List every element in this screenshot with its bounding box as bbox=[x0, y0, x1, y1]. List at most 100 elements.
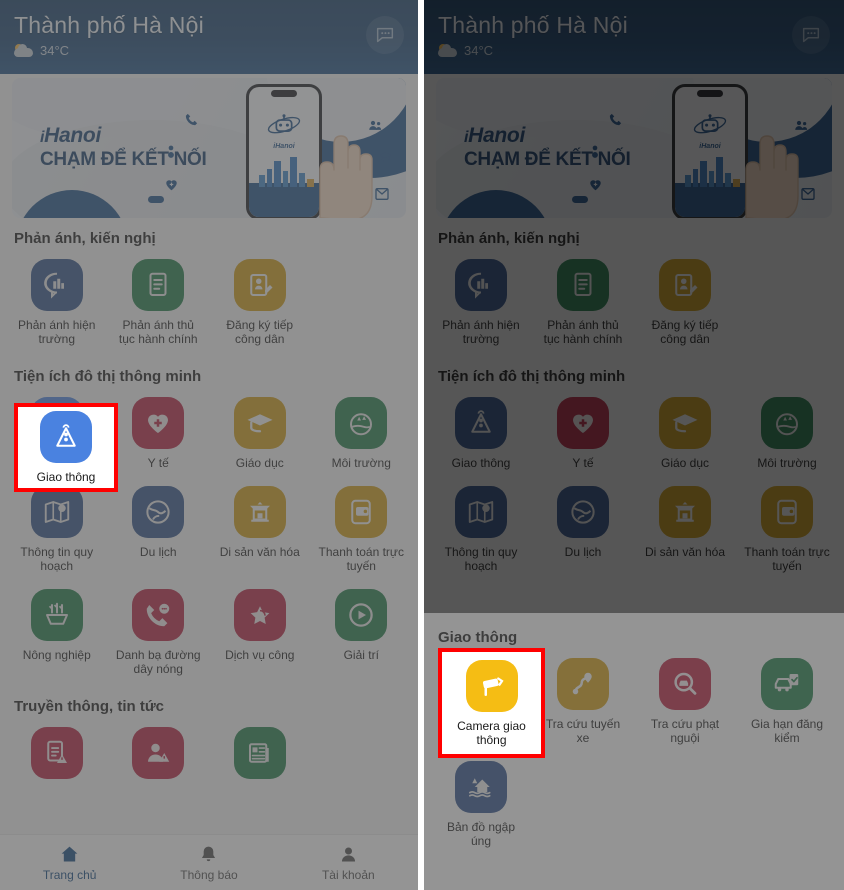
tile-giao-thong-highlighted[interactable]: Giao thông bbox=[36, 411, 96, 484]
section-title-phan-anh: Phản ánh, kiến nghị bbox=[438, 230, 580, 247]
flood-house-icon bbox=[455, 761, 507, 813]
tile-dang-ky-tiep-cong-dan[interactable]: Đăng ký tiếp công dân bbox=[634, 253, 736, 356]
home-content: Phản ánh, kiến nghị Phản ánh hiện trường… bbox=[424, 218, 844, 583]
section-title-truyen-thong: Truyền thông, tin tức bbox=[14, 698, 165, 715]
screenshot-pair: Thành phố Hà Nội 34°C iHanoi CHẠM ĐỂ KẾT… bbox=[0, 0, 844, 890]
tile-di-san-van-hoa[interactable]: Di sản văn hóa bbox=[634, 480, 736, 583]
tile-du-lich[interactable]: Du lịch bbox=[108, 480, 210, 583]
tile-dich-vu-cong[interactable]: Dịch vụ công bbox=[209, 583, 311, 686]
play-circle-icon bbox=[335, 589, 388, 641]
tile-label: Di sản văn hóa bbox=[219, 545, 300, 559]
tile-giao-duc[interactable]: Giáo dục bbox=[209, 391, 311, 480]
section-title-phan-anh: Phản ánh, kiến nghị bbox=[14, 230, 156, 247]
public-service-star-icon bbox=[233, 589, 286, 641]
person-icon bbox=[341, 847, 355, 861]
globe-travel-icon bbox=[557, 486, 609, 538]
tile-du-lich[interactable]: Du lịch bbox=[532, 480, 634, 583]
nav-item-thong-bao[interactable]: Thông báo bbox=[139, 844, 278, 882]
section-grid-phan-anh: Phản ánh hiện trường Phản ánh thủ tục hà… bbox=[424, 253, 844, 356]
tile-label: Bản đồ ngập úng bbox=[446, 820, 516, 848]
chat-button[interactable] bbox=[792, 16, 830, 54]
tile-phan-anh-thu-tuc[interactable]: Phản ánh thủ tục hành chính bbox=[108, 253, 210, 356]
highlight-giao-thong[interactable]: Giao thông bbox=[14, 403, 118, 492]
wallet-phone-icon bbox=[761, 486, 813, 538]
banner-text: iHanoi CHẠM ĐỂ KẾT NỐI bbox=[464, 124, 631, 171]
tile-news-2[interactable] bbox=[108, 721, 210, 796]
phone-call-icon bbox=[608, 112, 623, 127]
tile-thong-tin-quy-hoach[interactable]: Thông tin quy hoạch bbox=[430, 480, 532, 583]
tile-y-te[interactable]: Y tế bbox=[532, 391, 634, 480]
tile-label: Thanh toán trực tuyến bbox=[744, 545, 830, 573]
section-title-tien-ich: Tiện ích đô thị thông minh bbox=[14, 368, 202, 385]
tile-nong-nghiep[interactable]: Nông nghiệp bbox=[6, 583, 108, 686]
tile-label: Đăng ký tiếp công dân bbox=[651, 318, 719, 346]
tile-label: Giao thông bbox=[36, 470, 96, 484]
heart-cross-icon bbox=[132, 397, 185, 449]
weather-widget: 34°C bbox=[14, 43, 404, 58]
tile-danh-ba-duong-day-nong[interactable]: Danh bạ đường dây nóng bbox=[108, 583, 210, 686]
tile-label: Tra cứu tuyến xe bbox=[545, 717, 621, 745]
tile-tra-cuu-phat-nguoi[interactable]: Tra cứu phạt nguội bbox=[634, 652, 736, 755]
banner-container[interactable]: iHanoi CHẠM ĐỂ KẾT NỐI iHanoi bbox=[0, 74, 418, 218]
tile-news-3[interactable] bbox=[209, 721, 311, 796]
tile-phan-anh-hien-truong[interactable]: Phản ánh hiện trường bbox=[430, 253, 532, 356]
wallet-phone-icon bbox=[335, 486, 388, 538]
sheet-title: Giao thông bbox=[438, 629, 518, 646]
tile-label: Y tế bbox=[147, 456, 169, 470]
chat-bubble-icon bbox=[802, 27, 820, 43]
cctv-camera-icon bbox=[465, 659, 518, 712]
traffic-light-icon bbox=[40, 411, 92, 463]
tile-moi-truong[interactable]: Môi trường bbox=[736, 391, 838, 480]
hand-pointing-illustration bbox=[319, 135, 373, 218]
home-icon bbox=[61, 846, 78, 861]
promo-banner[interactable]: iHanoi CHẠM ĐỂ KẾT NỐI iHanoi bbox=[436, 78, 832, 218]
cloud-sun-icon bbox=[14, 43, 34, 58]
highlight-camera-giao-thong[interactable]: Camera giao thông bbox=[438, 648, 545, 758]
tile-y-te[interactable]: Y tế bbox=[108, 391, 210, 480]
tile-camera-giao-thong-highlighted[interactable]: Camera giao thông bbox=[449, 659, 535, 747]
tile-label: Phản ánh thủ tục hành chính bbox=[118, 318, 198, 346]
tile-label: Đăng ký tiếp công dân bbox=[226, 318, 294, 346]
nav-item-trang-chu[interactable]: Trang chủ bbox=[0, 844, 139, 882]
car-search-icon bbox=[659, 658, 711, 710]
pill-shape-decor bbox=[572, 196, 588, 203]
tile-label: Giao thông bbox=[451, 456, 511, 470]
network-icon bbox=[164, 144, 178, 160]
screen-home: Thành phố Hà Nội 34°C iHanoi CHẠM ĐỂ KẾT… bbox=[0, 0, 418, 890]
tile-tra-cuu-tuyen-xe[interactable]: Tra cứu tuyến xe bbox=[532, 652, 634, 755]
tile-thanh-toan-truc-tuyen[interactable]: Thanh toán trực tuyến bbox=[736, 480, 838, 583]
tile-thong-tin-quy-hoach[interactable]: Thông tin quy hoạch bbox=[6, 480, 108, 583]
tile-giao-duc[interactable]: Giáo dục bbox=[634, 391, 736, 480]
nav-item-tai-khoan[interactable]: Tài khoản bbox=[279, 844, 418, 882]
tile-moi-truong[interactable]: Môi trường bbox=[311, 391, 413, 480]
tile-ban-do-ngap-ung[interactable]: Bản đồ ngập úng bbox=[430, 755, 532, 858]
globe-travel-icon bbox=[132, 486, 185, 538]
map-pin-icon bbox=[30, 486, 83, 538]
banner-logo: iHanoi bbox=[464, 124, 525, 147]
nav-label: Trang chủ bbox=[42, 867, 97, 882]
tile-phan-anh-thu-tuc[interactable]: Phản ánh thủ tục hành chính bbox=[532, 253, 634, 356]
tile-giao-thong[interactable]: Giao thông bbox=[430, 391, 532, 480]
tile-phan-anh-hien-truong[interactable]: Phản ánh hiện trường bbox=[6, 253, 108, 356]
page-title: Thành phố Hà Nội bbox=[438, 12, 628, 38]
screen-giao-thong-sheet: Thành phố Hà Nội 34°C iHanoi CHẠM ĐỂ KẾT… bbox=[424, 0, 844, 890]
temple-icon bbox=[233, 486, 286, 538]
banner-container[interactable]: iHanoi CHẠM ĐỂ KẾT NỐI iHanoi bbox=[424, 74, 844, 218]
tile-label: Thông tin quy hoạch bbox=[444, 545, 518, 573]
tile-news-1[interactable] bbox=[6, 721, 108, 796]
tile-label: Phản ánh hiện trường bbox=[442, 318, 520, 346]
tile-label: Y tế bbox=[572, 456, 594, 470]
tile-thanh-toan-truc-tuyen[interactable]: Thanh toán trực tuyến bbox=[311, 480, 413, 583]
banner-logo: iHanoi bbox=[40, 124, 101, 147]
tile-label: Gia hạn đăng kiểm bbox=[750, 717, 824, 745]
chat-bubble-icon bbox=[376, 27, 394, 43]
chat-button[interactable] bbox=[366, 16, 404, 54]
tile-gia-han-dang-kiem[interactable]: Gia hạn đăng kiểm bbox=[736, 652, 838, 755]
tile-giai-tri[interactable]: Giải trí bbox=[311, 583, 413, 686]
tile-di-san-van-hoa[interactable]: Di sản văn hóa bbox=[209, 480, 311, 583]
eco-globe-icon bbox=[761, 397, 813, 449]
section-grid-tien-ich: Giao thông Y tế Giáo dục bbox=[424, 391, 844, 583]
tile-dang-ky-tiep-cong-dan[interactable]: Đăng ký tiếp công dân bbox=[209, 253, 311, 356]
speech-city-icon bbox=[455, 259, 507, 311]
promo-banner[interactable]: iHanoi CHẠM ĐỂ KẾT NỐI iHanoi bbox=[12, 78, 406, 218]
